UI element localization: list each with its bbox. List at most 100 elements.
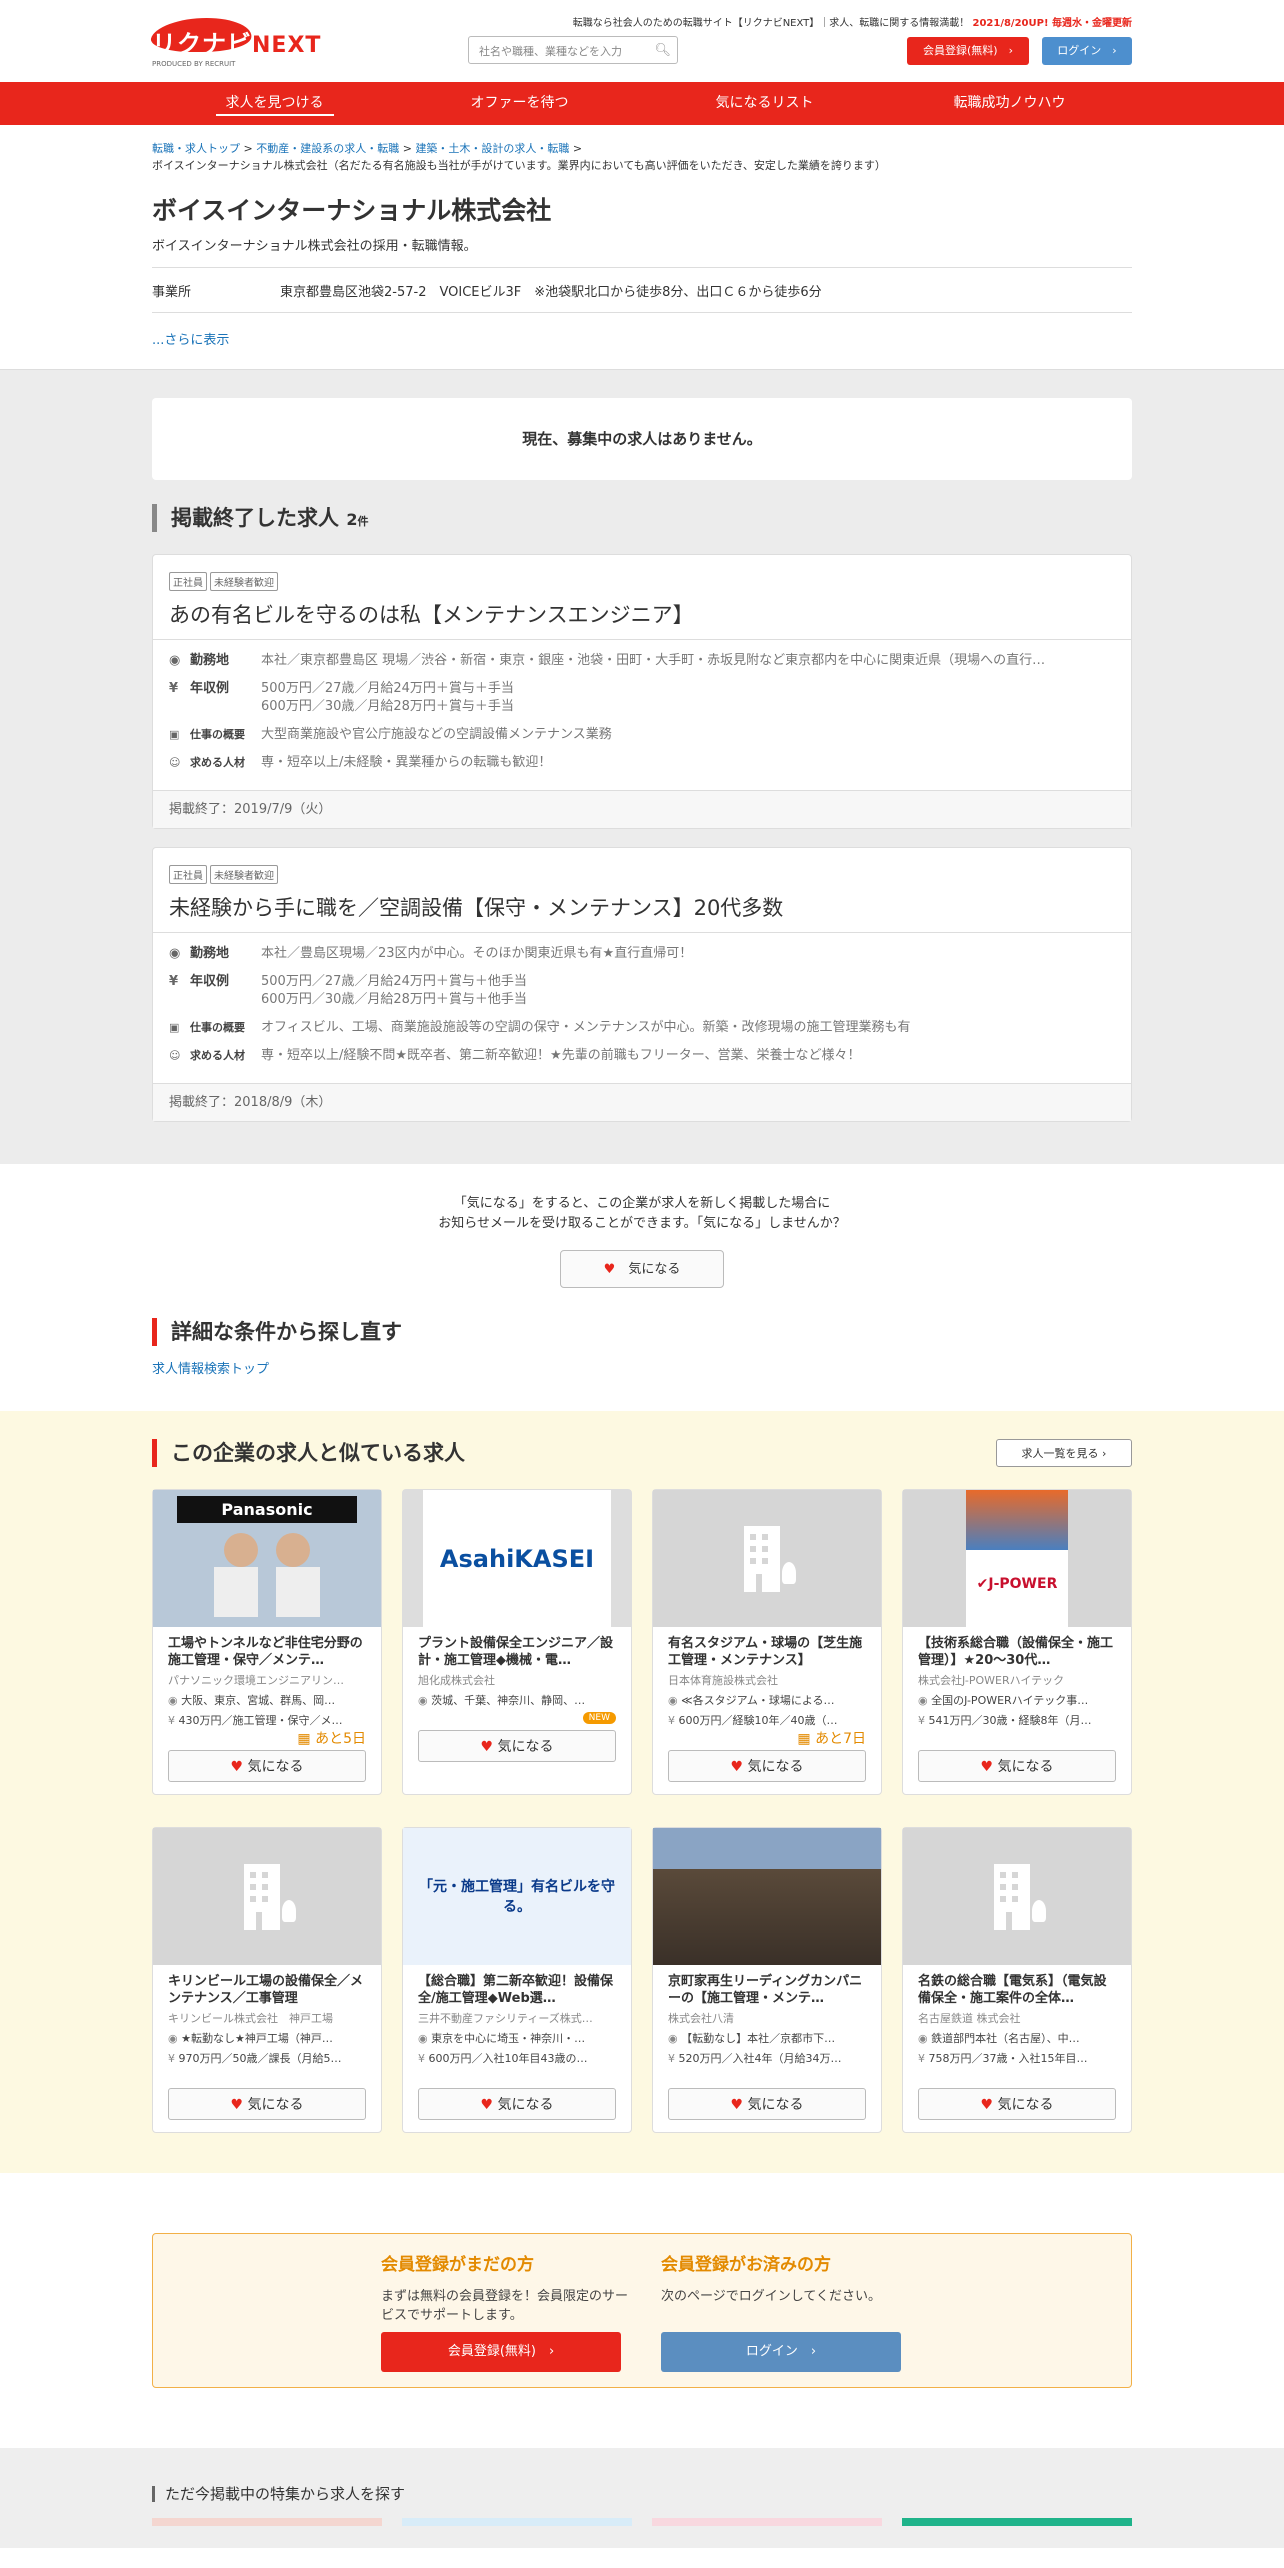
no-jobs-message: 現在、募集中の求人はありません。 <box>152 398 1132 480</box>
card-title[interactable]: 京町家再生リーディングカンパニーの【施工管理・メンテ… <box>653 1965 881 2008</box>
yen-icon: ¥ <box>668 1714 675 1727</box>
ended-job-card[interactable]: 正社員 未経験者歓迎 あの有名ビルを守るのは私【メンテナンスエンジニア】 ◉ 勤務地… <box>152 554 1132 829</box>
location-pin-icon: ◉ <box>169 946 181 961</box>
similar-job-card[interactable]: AsahiKASEI プラント設備保全エンジニア／設計・施工管理◆機械・電… 旭化成… <box>402 1489 632 1795</box>
similar-title: この企業の求人と似ている求人 <box>152 1439 1132 1467</box>
site-logo[interactable]: リクナビNEXT PRODUCED BY RECRUIT <box>147 18 352 70</box>
card-favorite-button[interactable]: ♥ 気になる <box>418 2088 616 2120</box>
card-favorite-button[interactable]: ♥ 気になる <box>918 2088 1116 2120</box>
new-badge: NEW <box>582 1712 616 1724</box>
feature-thumb[interactable] <box>152 2518 382 2526</box>
yen-icon: ¥ <box>918 2052 925 2065</box>
similar-job-card[interactable]: キリンビール工場の設備保全／メンテナンス／工事管理 キリンビール株式会社 神戸工場… <box>152 1827 382 2133</box>
similar-job-card[interactable]: 「元・施工管理」有名ビルを守る。 【総合職】第二新卒歓迎！設備保全/施工管理◆We… <box>402 1827 632 2133</box>
card-favorite-button[interactable]: ♥ 気になる <box>418 1730 616 1762</box>
card-title[interactable]: 工場やトンネルなど非住宅分野の施工管理・保守／メンテ… <box>153 1627 381 1670</box>
card-company: 三井不動産ファシリティーズ株式… <box>418 2012 593 2025</box>
similar-job-card[interactable]: 名鉄の総合職【電気系】（電気設備保全・施工案件の全体… 名古屋鉄道 株式会社 ◉ 鉄… <box>902 1827 1132 2133</box>
card-title[interactable]: 【技術系総合職（設備保全・施工管理）】★20～30代… <box>903 1627 1131 1670</box>
heart-icon: ♥ <box>730 2097 744 2113</box>
logo-sub: PRODUCED BY RECRUIT <box>152 60 236 68</box>
card-favorite-button[interactable]: ♥ 気になる <box>168 2088 366 2120</box>
job-wanted: 専・短卒以上/未経験・異業種からの転職も歓迎！ <box>261 755 552 770</box>
card-title[interactable]: 有名スタジアム・球場の【芝生施工管理・メンテナンス】 <box>653 1627 881 1670</box>
nav-favorites[interactable]: 気になるリスト <box>642 82 887 125</box>
days-left: あと5日 <box>315 1731 366 1747</box>
job-ended-date: 掲載終了：2019/7/9（火） <box>153 790 1131 828</box>
member-login-button[interactable]: ログイン › <box>661 2332 901 2372</box>
tag-fulltime: 正社員 <box>169 572 207 591</box>
breadcrumb-realestate[interactable]: 不動産・建設系の求人・転職 <box>256 142 399 155</box>
favorite-explainer: 「気になる」をすると、この企業が求人を新しく掲載した場合に お知らせメールを受け取… <box>438 1196 846 1231</box>
card-extra: ▦ あと7日 <box>653 1728 881 1747</box>
search-top-link[interactable]: 求人情報検索トップ <box>152 1362 269 1377</box>
card-extra <box>153 2066 381 2084</box>
card-company: 旭化成株式会社 <box>418 1674 495 1687</box>
heart-icon: ♥ <box>730 1759 744 1775</box>
yen-icon: ¥ <box>418 2052 425 2065</box>
card-location: 大阪、東京、宮城、群馬、岡… <box>181 1694 336 1707</box>
member-right-title: 会員登録がお済みの方 <box>661 2255 831 2275</box>
ended-job-card[interactable]: 正社員 未経験者歓迎 未経験から手に職を／空調設備【保守・メンテナンス】20代多数… <box>152 847 1132 1122</box>
breadcrumb-top[interactable]: 転職・求人トップ <box>152 142 240 155</box>
card-location: ★転勤なし★神戸工場（神戸… <box>181 2032 333 2045</box>
search-icon[interactable]: 🔍︎ <box>654 43 671 58</box>
card-title[interactable]: 名鉄の総合職【電気系】（電気設備保全・施工案件の全体… <box>903 1965 1131 2008</box>
card-location: 鉄道部門本社（名古屋）、中… <box>931 2032 1080 2045</box>
location-pin-icon: ◉ <box>918 2032 928 2045</box>
yen-icon: ¥ <box>169 681 179 696</box>
search-placeholder: 社名や職種、業種などを入力 <box>479 45 622 58</box>
card-extra <box>403 2066 631 2084</box>
card-title[interactable]: プラント設備保全エンジニア／設計・施工管理◆機械・電… <box>403 1627 631 1670</box>
yen-icon: ¥ <box>918 1714 925 1727</box>
feature-thumb[interactable] <box>652 2518 882 2526</box>
job-salary-1: 500万円／27歳／月給24万円＋賞与＋手当 <box>261 681 514 696</box>
job-location: 本社／東京都豊島区 現場／渋谷・新宿・東京・銀座・池袋・田町・大手町・赤坂見附な… <box>261 653 1046 668</box>
card-favorite-button[interactable]: ♥ 気になる <box>168 1750 366 1782</box>
office-value: 東京都豊島区池袋2-57-2 VOICEビル3F ※池袋駅北口から徒歩8分、出口… <box>280 284 822 300</box>
similar-jobs-section: この企業の求人と似ている求人 求人一覧を見る › Panasonic 工場やトンネ… <box>0 1411 1284 2173</box>
feature-thumb[interactable] <box>902 2518 1132 2526</box>
person-icon: ☺ <box>169 1049 181 1062</box>
card-title[interactable]: 【総合職】第二新卒歓迎！設備保全/施工管理◆Web選… <box>403 1965 631 2008</box>
favorite-button[interactable]: ♥ 気になる <box>560 1250 724 1288</box>
global-nav: 求人を見つける オファーを待つ 気になるリスト 転職成功ノウハウ <box>0 82 1284 125</box>
similar-job-card[interactable]: Panasonic 工場やトンネルなど非住宅分野の施工管理・保守／メンテ… パナソニ… <box>152 1489 382 1795</box>
nav-knowhow[interactable]: 転職成功ノウハウ <box>887 82 1132 125</box>
card-favorite-button[interactable]: ♥ 気になる <box>918 1750 1116 1782</box>
location-pin-icon: ◉ <box>169 653 181 668</box>
login-button[interactable]: ログイン › <box>1042 37 1132 65</box>
location-pin-icon: ◉ <box>418 1694 428 1707</box>
search-input[interactable]: 社名や職種、業種などを入力 🔍︎ <box>468 36 678 64</box>
card-salary: 430万円／施工管理・保守／メ… <box>178 1714 343 1727</box>
card-favorite-button[interactable]: ♥ 気になる <box>668 1750 866 1782</box>
tag-inexperienced: 未経験者歓迎 <box>210 572 278 591</box>
similar-job-card[interactable]: 有名スタジアム・球場の【芝生施工管理・メンテナンス】 日本体育施設株式会社 ◉ ≪各… <box>652 1489 882 1795</box>
office-label: 事業所 <box>152 284 192 300</box>
job-title[interactable]: 未経験から手に職を／空調設備【保守・メンテナンス】20代多数 <box>169 892 1115 922</box>
nav-offers[interactable]: オファーを待つ <box>397 82 642 125</box>
similar-job-card[interactable]: 京町家再生リーディングカンパニーの【施工管理・メンテ… 株式会社八清 ◉ 【転勤なし… <box>652 1827 882 2133</box>
logo-next: NEXT <box>252 33 322 58</box>
location-pin-icon: ◉ <box>168 2032 178 2045</box>
similar-job-card[interactable]: ✔J-POWER 【技術系総合職（設備保全・施工管理）】★20～30代… 株式会社J… <box>902 1489 1132 1795</box>
feature-thumb[interactable] <box>402 2518 632 2526</box>
job-list-button[interactable]: 求人一覧を見る › <box>996 1439 1132 1467</box>
card-favorite-button[interactable]: ♥ 気になる <box>668 2088 866 2120</box>
card-salary: 970万円／50歳／課長（月給5… <box>178 2052 342 2065</box>
member-register-button[interactable]: 会員登録(無料) › <box>381 2332 621 2372</box>
job-location: 本社／豊島区現場／23区内が中心。そのほか関東近県も有★直行直帰可！ <box>261 946 693 961</box>
nav-find-jobs[interactable]: 求人を見つける <box>152 82 397 125</box>
breadcrumb-construction[interactable]: 建築・土木・設計の求人・転職 <box>415 142 569 155</box>
card-location: 全国のJ-POWERハイテック事… <box>931 1694 1089 1707</box>
member-left-text: まずは無料の会員登録を！会員限定のサービスでサポートします。 <box>381 2289 629 2323</box>
tagline-text: 転職なら社会人のための転職サイト【リクナビNEXT】｜求人、転職に関する情報満載… <box>572 18 970 29</box>
job-salary-1: 500万円／27歳／月給24万円＋賞与＋他手当 <box>261 974 527 989</box>
card-salary: 541万円／30歳・経験8年（月… <box>928 1714 1092 1727</box>
member-box: 会員登録がまだの方 まずは無料の会員登録を！会員限定のサービスでサポートします。… <box>152 2233 1132 2388</box>
job-title[interactable]: あの有名ビルを守るのは私【メンテナンスエンジニア】 <box>169 599 1115 629</box>
card-title[interactable]: キリンビール工場の設備保全／メンテナンス／工事管理 <box>153 1965 381 2008</box>
register-button[interactable]: 会員登録(無料) › <box>907 37 1029 65</box>
show-more-link[interactable]: ...さらに表示 <box>152 329 1132 369</box>
card-salary: 600万円／入社10年目43歳の… <box>428 2052 588 2065</box>
